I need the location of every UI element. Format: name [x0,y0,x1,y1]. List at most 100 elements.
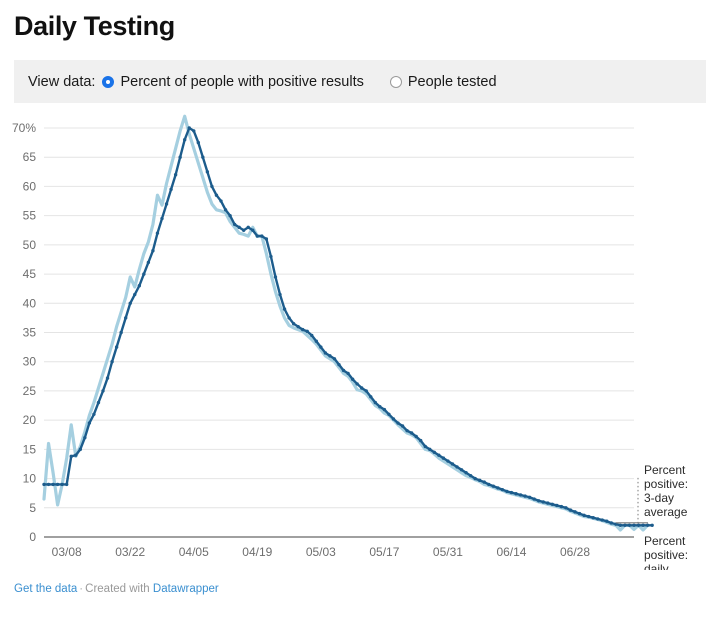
series-point [437,453,441,457]
series-point [74,453,78,457]
series-point [237,225,241,230]
series-point [182,137,187,142]
series-point [287,316,291,320]
radio-option-percent-positive[interactable]: Percent of people with positive results [102,74,364,90]
y-tick-label: 55 [23,209,37,223]
footer-separator: · [79,583,84,595]
radio-button-people-tested[interactable] [389,75,402,88]
series-point [110,360,114,364]
y-tick-label: 30 [23,355,37,369]
series-point [641,523,645,528]
series-point [164,202,169,206]
annotation-label-daily: positive: [644,548,688,562]
series-point [518,493,523,497]
series-point [423,444,427,449]
x-tick-label: 06/28 [560,545,590,559]
series-point [482,480,486,484]
series-point [78,447,83,452]
series-point [473,476,477,481]
series-point [64,482,69,487]
series-point [527,495,532,499]
series-line [42,114,650,532]
y-tick-label: 20 [23,413,37,427]
series-point [369,395,373,399]
radio-button-percent-positive[interactable] [102,75,115,88]
series-point [196,140,201,145]
series-point [128,301,132,305]
series-point [92,412,96,416]
annotation-label-3-day-average: Percent [644,463,686,477]
series-point [228,213,232,218]
series-point [378,405,382,409]
series-point [214,193,219,197]
series-point [464,471,468,475]
series-point [178,155,182,159]
series-point [51,482,55,487]
series-point [87,421,92,425]
data-series [42,114,654,532]
series-point [477,478,482,483]
series-point [609,521,614,525]
series-point [251,228,255,232]
series-point [459,468,464,472]
series-point [546,501,550,505]
series-point [173,173,178,177]
series-point [364,389,368,393]
series-point [400,424,405,428]
series-point [123,316,128,320]
series-point [350,377,355,381]
series-point [373,400,378,405]
series-point [428,447,432,452]
y-tick-label: 25 [23,384,37,398]
series-point [300,327,305,332]
series-point [532,497,536,501]
y-tick-label: 40 [23,296,37,310]
series-point [187,126,191,130]
y-tick-label: 0 [29,530,36,544]
radio-option-people-tested[interactable]: People tested [389,73,497,90]
series-point [119,330,123,335]
series-line [42,126,654,527]
series-point [441,456,446,460]
series-point [96,400,101,405]
y-tick-label: 70% [12,121,36,135]
radio-label-people-tested: People tested [407,73,497,90]
chart-footer: Get the data · Created with Datawrapper [14,583,219,595]
series-point [536,499,541,503]
series-point [455,465,459,469]
series-point [409,431,414,435]
y-tick-label: 10 [23,472,37,486]
series-point [632,523,636,528]
series-point [355,382,359,386]
x-tick-label: 03/22 [115,545,145,559]
get-the-data-link[interactable]: Get the data [14,583,77,595]
series-point [391,417,396,421]
y-tick-label: 45 [23,267,37,281]
series-point [69,454,73,459]
series-point [586,514,591,519]
series-point [273,275,278,279]
series-point [405,428,409,433]
y-tick-label: 65 [23,150,37,164]
series-point [418,438,423,443]
series-point [264,237,269,241]
series-point [568,508,573,512]
series-point [450,462,455,466]
page-title: Daily Testing [14,11,175,41]
series-point [310,333,314,338]
series-point [487,482,491,487]
datawrapper-link[interactable]: Datawrapper [153,583,219,595]
annotation-label-3-day-average: 3-day [644,491,674,505]
series-point [514,492,518,496]
series-point [541,500,545,504]
y-tick-label: 50 [23,238,37,252]
series-point [600,518,604,522]
series-point [582,513,586,518]
series-point [201,155,205,159]
series-point [192,129,196,133]
series-point [101,389,105,393]
series-point [623,523,627,528]
series-point [205,170,210,174]
series-point [337,362,341,367]
series-point [573,510,577,514]
